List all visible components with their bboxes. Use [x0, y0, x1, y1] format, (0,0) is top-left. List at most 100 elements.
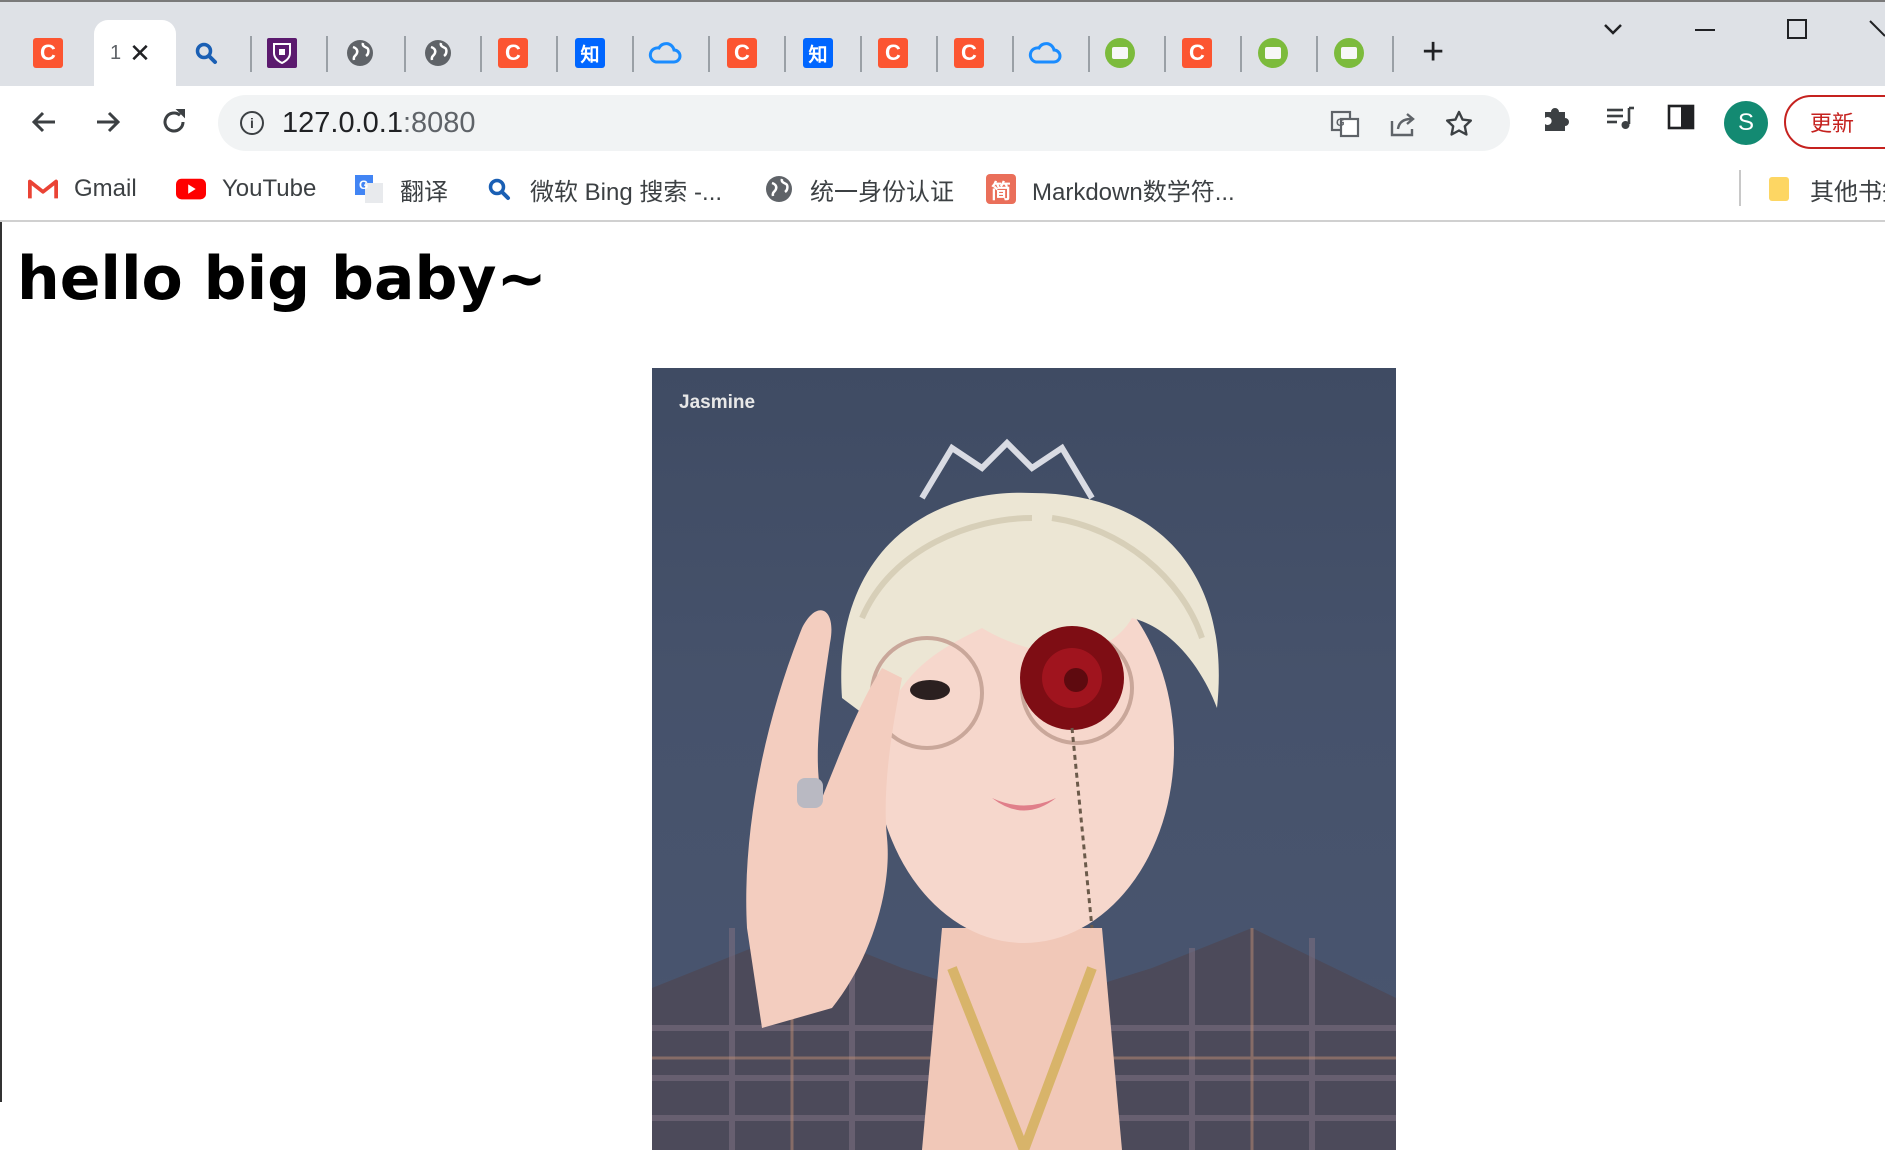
svg-text:G: G [359, 178, 368, 192]
profile-avatar[interactable]: S [1724, 101, 1768, 145]
minimize-button[interactable] [1692, 16, 1718, 49]
tab-csdn-6[interactable]: C [1177, 20, 1217, 86]
tab-csdn-1[interactable]: C [18, 20, 78, 86]
tab-csdn-2[interactable]: C [493, 20, 533, 86]
tab-strip: C 1 ✕ C 知 C 知 C C C + [0, 0, 1885, 86]
site-info-icon[interactable]: i [240, 111, 264, 135]
side-panel-icon [1667, 104, 1695, 130]
youtube-icon [176, 174, 206, 204]
translate-page-button[interactable]: G [1330, 109, 1360, 144]
bing-search-icon [484, 174, 514, 204]
cloud-icon [1028, 42, 1062, 64]
browser-toolbar: i 127.0.0.1:8080 G S 更新 [0, 86, 1885, 158]
code-icon [1105, 38, 1135, 68]
close-window-button[interactable] [1868, 16, 1885, 49]
star-icon [1446, 110, 1472, 136]
csdn-icon: C [498, 38, 528, 68]
bookmark-youtube[interactable]: YouTube [176, 170, 316, 208]
window-left-border [0, 222, 2, 1102]
bookmarks-separator [1739, 170, 1741, 206]
tab-globe-2[interactable] [418, 20, 458, 86]
tab-search[interactable] [186, 20, 226, 86]
translate-icon: G [1330, 110, 1360, 138]
csdn-icon: C [878, 38, 908, 68]
tab-search-dropdown-icon[interactable] [1600, 16, 1626, 49]
tab-university[interactable] [262, 20, 302, 86]
page-heading: hello big baby~ [17, 244, 547, 314]
update-button[interactable]: 更新 [1784, 95, 1885, 149]
bookmarks-bar: Gmail YouTube G 翻译 微软 Bing 搜索 -... 统一身份认… [0, 158, 1885, 222]
globe-icon [347, 40, 373, 66]
zhihu-icon: 知 [575, 38, 605, 68]
tab-separator [1240, 36, 1242, 72]
svg-text:G: G [1336, 117, 1345, 129]
csdn-icon: C [727, 38, 757, 68]
tab-cloud-1[interactable] [644, 20, 686, 86]
portrait-image: Jasmine [652, 368, 1396, 1150]
tab-separator [708, 36, 710, 72]
gmail-icon [28, 174, 58, 204]
tab-separator [936, 36, 938, 72]
media-control-button[interactable] [1604, 102, 1636, 139]
bookmark-bing[interactable]: 微软 Bing 搜索 -... [484, 170, 722, 208]
tab-code-2[interactable] [1253, 20, 1293, 86]
reload-icon [163, 109, 185, 133]
tab-csdn-3[interactable]: C [722, 20, 762, 86]
csdn-icon: C [33, 38, 63, 68]
extensions-button[interactable] [1540, 102, 1572, 139]
address-bar[interactable]: i 127.0.0.1:8080 G [218, 95, 1510, 151]
tab-zhihu-1[interactable]: 知 [570, 20, 610, 86]
tab-separator [1012, 36, 1014, 72]
reload-button[interactable] [152, 100, 196, 144]
cloud-icon [648, 42, 682, 64]
bookmark-gmail[interactable]: Gmail [28, 170, 137, 208]
url-port: :8080 [402, 106, 476, 139]
globe-icon [764, 174, 794, 204]
tab-cloud-2[interactable] [1024, 20, 1066, 86]
csdn-icon: C [1182, 38, 1212, 68]
tab-zhihu-2[interactable]: 知 [798, 20, 838, 86]
tab-separator [632, 36, 634, 72]
bookmark-unified-auth[interactable]: 统一身份认证 [764, 170, 954, 208]
code-icon [1334, 38, 1364, 68]
tab-csdn-5[interactable]: C [949, 20, 989, 86]
zhihu-icon: 知 [803, 38, 833, 68]
arrow-left-icon [31, 111, 55, 133]
tab-separator [784, 36, 786, 72]
tab-separator [480, 36, 482, 72]
globe-icon [425, 40, 451, 66]
tab-separator [1316, 36, 1318, 72]
bookmark-label: Markdown数学符... [1032, 178, 1235, 206]
bookmark-label: 统一身份认证 [810, 178, 954, 206]
forward-button[interactable] [86, 100, 130, 144]
bookmark-label: 翻译 [400, 178, 448, 206]
tab-csdn-4[interactable]: C [873, 20, 913, 86]
bookmark-markdown[interactable]: 简 Markdown数学符... [986, 170, 1235, 208]
back-button[interactable] [22, 100, 66, 144]
tab-title: 1 [110, 41, 122, 64]
bookmark-label: 其他书签 [1810, 178, 1885, 206]
bookmark-label: 微软 Bing 搜索 -... [530, 178, 723, 206]
bookmark-label: YouTube [222, 175, 317, 202]
side-panel-button[interactable] [1666, 102, 1696, 137]
tab-active[interactable]: 1 ✕ [94, 20, 176, 86]
search-icon [195, 42, 217, 64]
tab-separator [404, 36, 406, 72]
url-host: 127.0.0.1 [282, 106, 403, 139]
share-button[interactable] [1388, 109, 1418, 144]
url-text[interactable]: 127.0.0.1:8080 [282, 107, 476, 140]
maximize-button[interactable] [1784, 16, 1810, 49]
tab-separator [250, 36, 252, 72]
tab-close-icon[interactable]: ✕ [129, 38, 151, 69]
tab-separator [1088, 36, 1090, 72]
tab-code-3[interactable] [1329, 20, 1369, 86]
tab-globe-1[interactable] [340, 20, 380, 86]
bookmark-translate[interactable]: G 翻译 [354, 170, 448, 208]
new-tab-button[interactable]: + [1422, 32, 1444, 72]
tab-code-1[interactable] [1100, 20, 1140, 86]
arrow-right-icon [97, 111, 121, 133]
share-icon [1390, 113, 1415, 137]
bookmark-other-folder[interactable]: 其他书签 [1764, 170, 1885, 208]
bookmark-star-button[interactable] [1444, 109, 1474, 144]
tab-separator [556, 36, 558, 72]
